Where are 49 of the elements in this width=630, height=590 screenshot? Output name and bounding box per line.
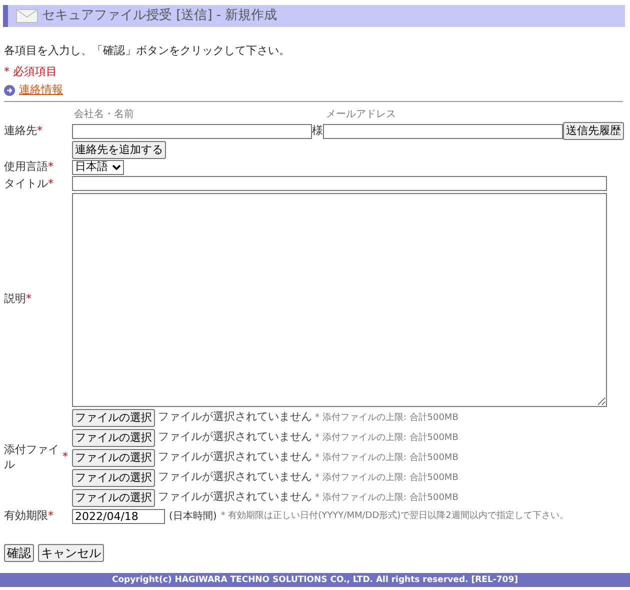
history-button[interactable]: 送信先履歴 — [563, 122, 624, 140]
file-status-text: ファイルが選択されていません — [158, 490, 312, 506]
field-label: 連絡先 — [4, 124, 37, 138]
file-choose-button[interactable]: ファイルの選択 — [72, 448, 155, 467]
file-status-text: ファイルが選択されていません — [158, 470, 312, 486]
section-link[interactable]: 連絡情報 — [19, 82, 63, 98]
expiry-note: * 有効期限は正しい日付(YYYY/MM/DD形式)で翌日以降2週間以内で指定して下さい。 — [220, 510, 568, 522]
confirm-button[interactable]: 確認 — [4, 544, 34, 562]
column-heading: 会社名・名前 — [73, 108, 135, 122]
honorific-text: 様 — [312, 124, 323, 138]
chevron-down-icon — [112, 164, 121, 172]
language-select[interactable]: 日本語 — [72, 160, 124, 176]
column-heading: メールアドレス — [326, 108, 396, 122]
file-choose-button[interactable]: ファイルの選択 — [72, 468, 155, 487]
expiry-date-input[interactable]: 2022/04/18 — [72, 508, 165, 524]
required-mark: * — [26, 292, 32, 308]
field-label: 説明 — [4, 292, 26, 308]
timezone-text: (日本時間) — [169, 510, 217, 524]
file-status-text: ファイルが選択されていません — [158, 410, 312, 426]
field-label: タイトル — [4, 176, 48, 192]
instruction-text: 各項目を入力し、「確認」ボタンをクリックして下さい。 — [4, 44, 291, 59]
envelope-icon — [16, 9, 38, 23]
file-choose-button[interactable]: ファイルの選択 — [72, 488, 155, 507]
file-choose-button[interactable]: ファイルの選択 — [72, 428, 155, 447]
required-mark: * — [37, 124, 42, 138]
file-status-text: ファイルが選択されていません — [158, 430, 312, 446]
field-label: 添付ファイル — [4, 443, 60, 473]
file-limit-note: * 添付ファイルの上限: 合計500MB — [315, 492, 458, 504]
required-note: * 必須項目 — [4, 64, 58, 80]
email-input[interactable] — [323, 124, 563, 139]
file-limit-note: * 添付ファイルの上限: 合計500MB — [315, 452, 458, 464]
file-status-text: ファイルが選択されていません — [158, 450, 312, 466]
required-mark: * — [48, 508, 54, 524]
footer-copyright: Copyright(c) HAGIWARA TECHNO SOLUTIONS CO., LTD. All rights reserved. [REL-709] — [0, 572, 630, 587]
name-input[interactable] — [72, 124, 312, 139]
arrow-circle-icon — [4, 84, 15, 96]
field-label: 使用言語 — [4, 160, 48, 175]
add-contact-button[interactable]: 連絡先を追加する — [72, 141, 166, 160]
file-limit-note: * 添付ファイルの上限: 合計500MB — [315, 412, 458, 424]
file-limit-note: * 添付ファイルの上限: 合計500MB — [315, 432, 458, 444]
title-input[interactable] — [72, 176, 607, 192]
field-label: 有効期限 — [4, 508, 48, 524]
cancel-button[interactable]: キャンセル — [38, 544, 104, 562]
required-mark: * — [48, 160, 54, 175]
file-choose-button[interactable]: ファイルの選択 — [72, 408, 155, 427]
required-mark: * — [48, 176, 54, 192]
page-title: セキュアファイル授受 [送信] - 新規作成 — [42, 7, 278, 25]
file-limit-note: * 添付ファイルの上限: 合計500MB — [315, 472, 458, 484]
required-mark: * — [62, 450, 68, 466]
